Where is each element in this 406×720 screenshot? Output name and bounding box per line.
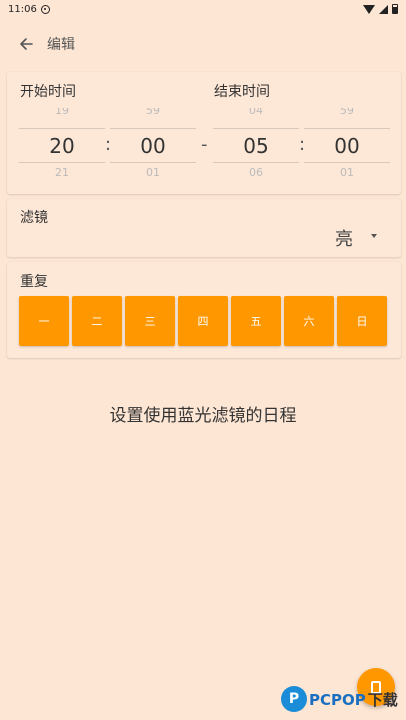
- end-minute-value: 00: [334, 134, 360, 158]
- filter-card: 滤镜 亮: [7, 199, 401, 257]
- end-hour-picker[interactable]: 04 05 06: [213, 108, 299, 188]
- watermark-suffix: 下载: [367, 690, 398, 709]
- end-hour-prev: 04: [249, 108, 263, 117]
- start-minute-next: 01: [146, 166, 160, 179]
- end-minute-prev: 59: [340, 108, 354, 117]
- notification-icon: [40, 4, 50, 14]
- start-hour-value: 20: [49, 134, 75, 158]
- repeat-label: 重复: [20, 274, 48, 290]
- watermark-logo-icon: P: [281, 686, 307, 712]
- day-button-mon[interactable]: 一: [19, 296, 69, 346]
- filter-label: 滤镜: [20, 210, 48, 226]
- day-buttons: 一 二 三 四 五 六 日: [19, 296, 387, 346]
- end-time-label: 结束时间: [214, 84, 270, 100]
- start-hour-next: 21: [55, 166, 69, 179]
- start-minute-value: 00: [140, 134, 166, 158]
- schedule-hint: 设置使用蓝光滤镜的日程: [109, 406, 297, 426]
- end-minute-picker[interactable]: 59 00 01: [304, 108, 390, 188]
- start-time-label: 开始时间: [20, 84, 76, 100]
- day-button-sat[interactable]: 六: [284, 296, 334, 346]
- watermark: P PCPOP 下载: [281, 682, 398, 716]
- end-hour-value: 05: [243, 134, 269, 158]
- day-button-fri[interactable]: 五: [231, 296, 281, 346]
- repeat-card: 重复 一 二 三 四 五 六 日: [7, 262, 401, 358]
- day-button-wed[interactable]: 三: [125, 296, 175, 346]
- day-button-tue[interactable]: 二: [72, 296, 122, 346]
- arrow-left-icon[interactable]: [16, 34, 36, 54]
- end-minute-next: 01: [340, 166, 354, 179]
- page-title: 编辑: [47, 37, 75, 53]
- status-time: 11:06: [8, 3, 37, 15]
- app-bar: 编辑: [0, 25, 406, 63]
- signal-icon: [379, 4, 388, 14]
- range-separator: -: [201, 134, 208, 155]
- day-button-thu[interactable]: 四: [178, 296, 228, 346]
- triangle-down-icon[interactable]: [371, 234, 377, 238]
- watermark-brand: PCPOP: [309, 690, 366, 709]
- day-button-sun[interactable]: 日: [337, 296, 387, 346]
- start-hour-prev: 19: [55, 108, 69, 117]
- time-card: 开始时间 结束时间 19 20 21 : 59 00 01 - 04 05 06…: [7, 72, 401, 194]
- wifi-icon: [363, 4, 375, 14]
- end-hour-next: 06: [249, 166, 263, 179]
- filter-select-value[interactable]: 亮: [335, 225, 353, 251]
- battery-icon: [392, 4, 398, 14]
- status-bar: 11:06: [0, 0, 406, 18]
- watermark-text: PCPOP 下载: [309, 689, 398, 710]
- start-minute-picker[interactable]: 59 00 01: [110, 108, 196, 188]
- start-minute-prev: 59: [146, 108, 160, 117]
- start-hour-picker[interactable]: 19 20 21: [19, 108, 105, 188]
